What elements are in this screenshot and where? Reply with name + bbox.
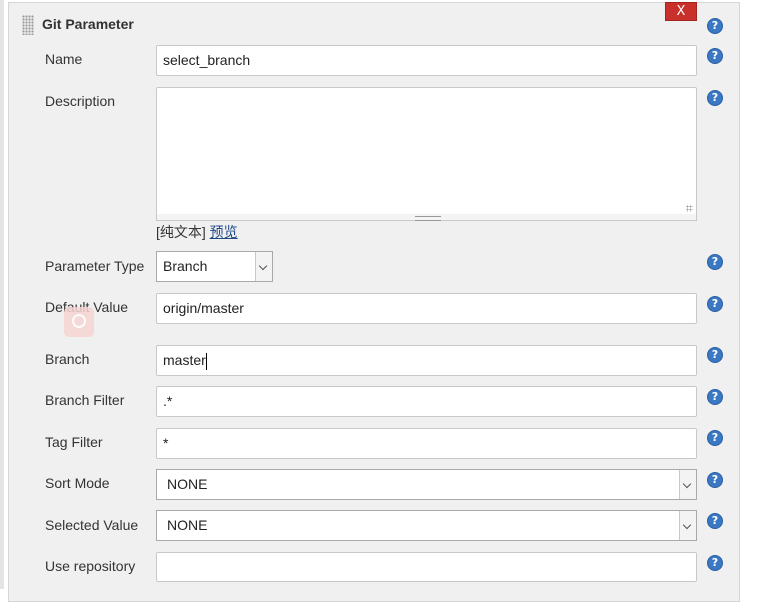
branch-input[interactable]: master	[156, 345, 697, 376]
name-input[interactable]: select_branch	[156, 45, 697, 76]
help-icon[interactable]: ?	[707, 254, 723, 270]
chevron-down-icon	[255, 252, 272, 281]
description-textarea[interactable]	[156, 87, 697, 216]
branch-filter-input[interactable]: .*	[156, 386, 697, 417]
help-icon[interactable]: ?	[707, 389, 723, 405]
outer-right-margin	[741, 0, 759, 589]
search-icon	[64, 307, 94, 337]
help-icon[interactable]: ?	[707, 555, 723, 571]
parameter-type-value: Branch	[163, 258, 208, 274]
parameter-type-select[interactable]: Branch	[156, 251, 273, 282]
sort-mode-value: NONE	[167, 476, 208, 492]
selected-value-label: Selected Value	[45, 517, 139, 533]
default-value-input[interactable]: origin/master	[156, 293, 697, 324]
help-icon[interactable]: ?	[707, 18, 723, 34]
branch-value: master	[163, 352, 206, 368]
tag-filter-input[interactable]: *	[156, 428, 697, 459]
preview-link[interactable]: 预览	[210, 224, 238, 240]
selected-value-value: NONE	[167, 517, 208, 533]
plain-text-label: [纯文本]	[156, 224, 206, 240]
help-icon[interactable]: ?	[707, 296, 723, 312]
help-icon[interactable]: ?	[707, 48, 723, 64]
section-title: Git Parameter	[42, 16, 134, 32]
name-label: Name	[45, 51, 83, 67]
help-icon[interactable]: ?	[707, 347, 723, 363]
use-repository-label: Use repository	[45, 558, 136, 574]
textarea-expand-handle[interactable]	[156, 214, 697, 221]
chevron-down-icon	[679, 511, 696, 540]
chevron-down-icon	[679, 470, 696, 499]
branch-label: Branch	[45, 351, 90, 367]
selected-value-select[interactable]: NONE	[156, 510, 697, 541]
drag-handle-icon[interactable]	[22, 15, 34, 35]
delete-parameter-button[interactable]: X	[665, 2, 697, 21]
sort-mode-select[interactable]: NONE	[156, 469, 697, 500]
branch-filter-label: Branch Filter	[45, 392, 125, 408]
format-line: [纯文本] 预览	[156, 222, 238, 242]
parameter-type-label: Parameter Type	[45, 258, 145, 274]
help-icon[interactable]: ?	[707, 513, 723, 529]
outer-left-border	[0, 0, 4, 589]
tag-filter-label: Tag Filter	[45, 434, 103, 450]
help-icon[interactable]: ?	[707, 430, 723, 446]
resize-grip-icon[interactable]	[686, 205, 693, 212]
description-label: Description	[45, 93, 116, 109]
use-repository-input[interactable]	[156, 552, 697, 582]
help-icon[interactable]: ?	[707, 90, 723, 106]
text-cursor	[205, 352, 207, 370]
sort-mode-label: Sort Mode	[45, 475, 110, 491]
help-icon[interactable]: ?	[707, 472, 723, 488]
